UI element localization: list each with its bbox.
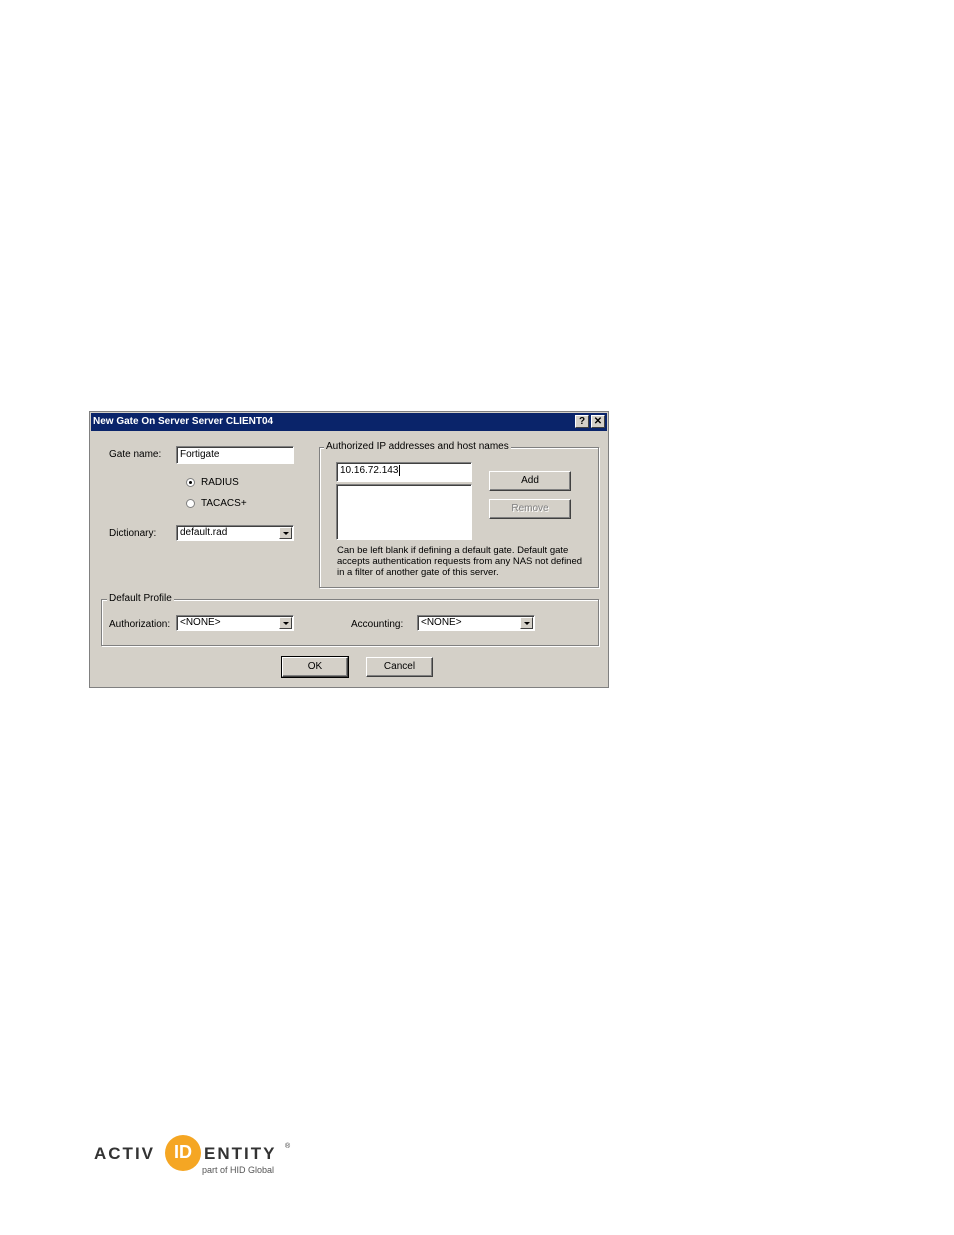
authorized-group-title: Authorized IP addresses and host names (324, 441, 511, 452)
accounting-select[interactable]: <NONE> (417, 615, 535, 631)
chevron-down-icon[interactable] (279, 617, 292, 629)
new-gate-dialog: New Gate On Server Server CLIENT04 ? ✕ G… (89, 411, 609, 688)
dialog-titlebar: New Gate On Server Server CLIENT04 ? ✕ (91, 413, 607, 431)
help-button[interactable]: ? (575, 415, 589, 428)
add-button[interactable]: Add (489, 471, 571, 491)
default-profile-title: Default Profile (107, 593, 174, 604)
logo-trademark: ® (285, 1143, 291, 1150)
ip-address-list[interactable] (336, 484, 472, 540)
dialog-title: New Gate On Server Server CLIENT04 (93, 416, 274, 427)
chevron-down-icon[interactable] (279, 527, 292, 539)
gate-name-input[interactable]: Fortigate (176, 446, 294, 464)
logo-subtitle: part of HID Global (202, 1165, 275, 1175)
dictionary-value: default.rad (180, 527, 228, 538)
close-button[interactable]: ✕ (591, 415, 605, 428)
authorization-value: <NONE> (180, 617, 221, 628)
ok-button[interactable]: OK (281, 656, 349, 678)
dictionary-select[interactable]: default.rad (176, 525, 294, 541)
chevron-down-icon[interactable] (520, 617, 533, 629)
tacacs-radio[interactable] (186, 499, 195, 508)
remove-button[interactable]: Remove (489, 499, 571, 519)
accounting-label: Accounting: (351, 619, 404, 630)
accounting-value: <NONE> (421, 617, 462, 628)
logo-text-left: ACTIV (94, 1144, 155, 1163)
logo-badge-text: ID (174, 1142, 192, 1162)
default-gate-note: Can be left blank if defining a default … (337, 545, 583, 578)
cancel-button[interactable]: Cancel (366, 657, 433, 677)
radius-label[interactable]: RADIUS (201, 477, 239, 488)
gate-name-value: Fortigate (180, 449, 220, 460)
authorization-label: Authorization: (109, 619, 171, 630)
authorization-select[interactable]: <NONE> (176, 615, 294, 631)
tacacs-label[interactable]: TACACS+ (201, 498, 247, 509)
dictionary-label: Dictionary: (109, 528, 157, 539)
actividentity-logo: ACTIV ID ENTITY ® part of HID Global (94, 1135, 304, 1179)
ip-address-value: 10.16.72.143 (340, 465, 399, 476)
logo-text-right: ENTITY (204, 1144, 277, 1163)
logo-badge: ID (165, 1135, 201, 1171)
radius-radio[interactable] (186, 478, 195, 487)
ip-address-input[interactable]: 10.16.72.143 (336, 462, 472, 482)
text-cursor (399, 465, 401, 476)
gate-name-label: Gate name: (109, 449, 162, 460)
